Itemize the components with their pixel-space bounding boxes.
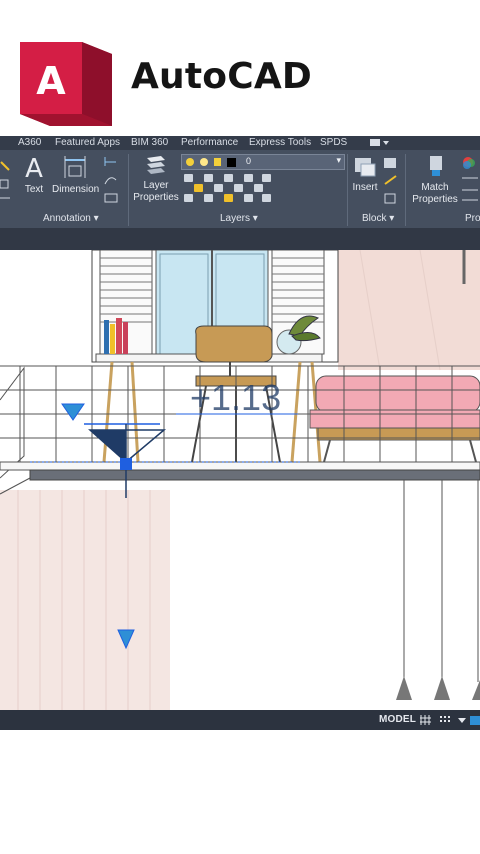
ribbon-separator: [405, 154, 406, 226]
file-tab-strip: [0, 228, 480, 250]
tab-express-tools[interactable]: Express Tools: [249, 137, 311, 148]
level-annotation-text[interactable]: +1.13: [190, 377, 281, 418]
annotation-panel-title: Annotation: [43, 213, 91, 224]
match-properties-label-2: Properties: [412, 194, 458, 205]
brand-header: A AutoCAD: [0, 0, 480, 135]
autocad-logo-icon: A: [20, 42, 112, 126]
svg-text:A: A: [36, 59, 66, 103]
layers-panel-label[interactable]: Layers ▾: [220, 213, 258, 224]
properties-panel-label[interactable]: Pro: [465, 213, 480, 224]
layers-expand-icon: ▾: [252, 213, 258, 224]
tab-overflow-icon[interactable]: [368, 138, 390, 147]
text-tool-icon: A: [25, 154, 43, 184]
dimension-button-label: Dimension: [52, 184, 100, 195]
block-panel-title: Block: [362, 213, 387, 224]
selection-grip[interactable]: [120, 458, 132, 470]
ribbon-tab-bar: A360 Featured Apps BIM 360 Performance E…: [0, 136, 480, 150]
dimension-tool-icon: [64, 156, 86, 178]
tab-a360[interactable]: A360: [18, 137, 41, 148]
draw-tools-partial-icon[interactable]: [0, 158, 14, 206]
svg-text:A: A: [25, 154, 43, 180]
tab-spds[interactable]: SPDS: [320, 137, 347, 148]
tab-bim-360[interactable]: BIM 360: [131, 137, 168, 148]
layers-panel-title: Layers: [220, 213, 251, 224]
floor-slab: [0, 461, 480, 471]
layer-stack-icon: [147, 156, 165, 174]
drawing-svg: +1.13: [0, 250, 480, 710]
block-panel-label[interactable]: Block ▾: [362, 213, 394, 224]
annotation-small-tools-icon[interactable]: [102, 154, 124, 204]
annotation-panel-label[interactable]: Annotation ▾: [43, 213, 99, 224]
app-title: AutoCAD: [131, 56, 312, 97]
insert-label: Insert: [352, 182, 378, 193]
layer-dropdown[interactable]: 0 ▾: [181, 154, 345, 170]
insert-block-icon: [355, 158, 376, 177]
tab-featured-apps[interactable]: Featured Apps: [55, 137, 120, 148]
grid-icon[interactable]: [420, 715, 431, 725]
layer-properties-label-1: Layer: [143, 180, 169, 191]
model-space-button[interactable]: MODEL: [379, 714, 416, 725]
match-properties-icon: [430, 156, 442, 176]
match-properties-label-1: Match: [421, 182, 449, 193]
layer-state-icons: [186, 158, 236, 167]
autocad-window: A360 Featured Apps BIM 360 Performance E…: [0, 136, 480, 730]
drawing-canvas[interactable]: +1.13: [0, 250, 480, 710]
layer-properties-label-2: Properties: [133, 192, 179, 203]
color-properties-icon[interactable]: [460, 156, 480, 206]
ortho-icon[interactable]: [470, 715, 480, 725]
text-button-label: Text: [24, 184, 44, 195]
tab-performance[interactable]: Performance: [181, 137, 238, 148]
annotation-expand-icon: ▾: [93, 213, 99, 224]
match-properties-button[interactable]: Match Properties: [412, 154, 458, 206]
insert-button[interactable]: Insert: [350, 154, 380, 194]
snap-icon[interactable]: [440, 715, 451, 725]
status-bar: MODEL: [0, 710, 480, 730]
ribbon-separator: [347, 154, 348, 226]
floor-beam: [29, 469, 480, 481]
ribbon-separator: [128, 154, 129, 226]
status-dropdown-icon[interactable]: [457, 715, 468, 725]
block-small-tools-icon[interactable]: [382, 156, 400, 208]
dropdown-arrow-icon: ▾: [336, 155, 341, 165]
layer-dropdown-value: 0: [246, 156, 252, 166]
block-expand-icon: ▾: [389, 213, 395, 224]
layer-properties-button[interactable]: Layer Properties: [132, 154, 180, 204]
dimension-button[interactable]: Dimension: [52, 154, 100, 196]
text-button[interactable]: A Text: [20, 154, 48, 196]
ribbon-panel: A Text Dimension Annotation ▾ Layer Prop…: [0, 150, 480, 228]
